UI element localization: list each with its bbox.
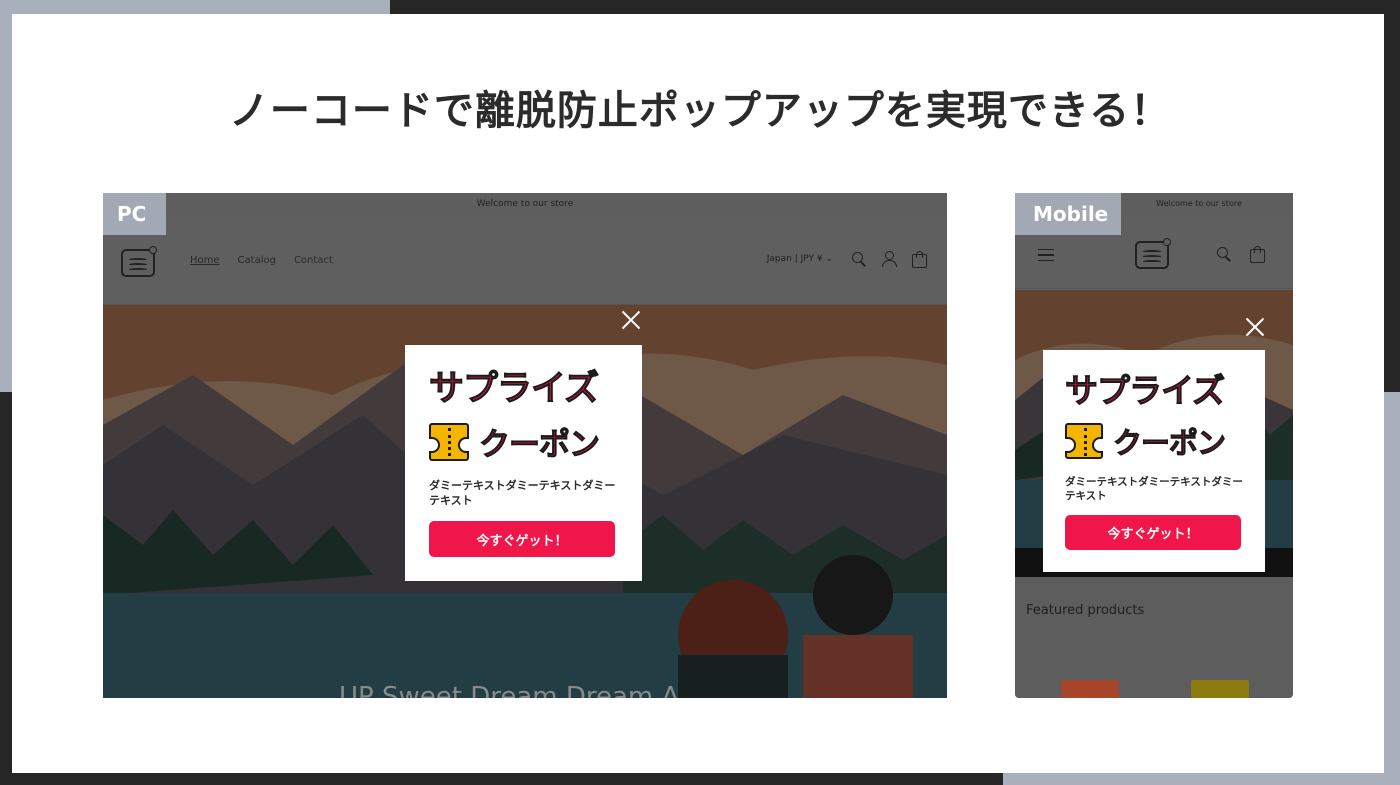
device-tag-pc: PC [103, 193, 166, 235]
coupon-ticket-icon [429, 422, 469, 461]
hamburger-menu-icon[interactable] [1038, 249, 1054, 261]
popup-title: サプライズ [1065, 371, 1226, 410]
coupon-ticket-icon [1065, 423, 1103, 459]
device-tag-mobile: Mobile [1015, 193, 1121, 235]
exit-intent-popup: サプライズ クーポン ダミーテキストダミーテキストダミーテキスト 今すぐゲット！ [405, 345, 642, 581]
search-icon[interactable] [851, 251, 867, 267]
featured-products-section: Featured products [1015, 577, 1293, 698]
get-coupon-button[interactable]: 今すぐゲット！ [1065, 515, 1241, 550]
locale-selector[interactable]: Japan | JPY ¥ ⌄ [767, 254, 833, 264]
popup-close-icon[interactable] [1245, 317, 1265, 337]
popup-subtitle-row: クーポン [429, 419, 618, 464]
popup-body-text: ダミーテキストダミーテキストダミーテキスト [1065, 476, 1243, 502]
nav-home[interactable]: Home [190, 255, 220, 266]
slide-title: ノーコードで離脱防止ポップアップを実現できる！ [228, 88, 1172, 134]
popup-title: サプライズ [429, 369, 600, 410]
popup-subtitle: クーポン [1112, 426, 1226, 461]
mobile-preview: Welcome to our store Mobile Featured pro… [1015, 193, 1293, 698]
header-actions: Japan | JPY ¥ ⌄ [767, 251, 927, 268]
product-thumbnail[interactable] [1191, 680, 1249, 698]
main-nav: Home Catalog Contact [190, 255, 333, 266]
store-logo-icon[interactable] [121, 246, 157, 277]
cart-icon[interactable] [1249, 246, 1265, 263]
cart-icon[interactable] [911, 251, 927, 268]
store-logo-icon[interactable] [1135, 238, 1171, 269]
hero-heading: UP Sweet Dream Dream A [339, 682, 680, 698]
search-icon[interactable] [1216, 246, 1232, 262]
nav-catalog[interactable]: Catalog [238, 255, 276, 266]
exit-intent-popup: サプライズ クーポン ダミーテキストダミーテキストダミーテキスト 今すぐゲット！ [1043, 350, 1265, 572]
pc-preview: PC Welcome to our store Home Catalog Con… [103, 193, 947, 698]
popup-subtitle-row: クーポン [1065, 420, 1243, 462]
account-icon[interactable] [881, 251, 897, 267]
popup-subtitle: クーポン [479, 427, 601, 464]
featured-products-title: Featured products [1026, 603, 1145, 618]
popup-close-icon[interactable] [621, 310, 641, 330]
popup-body-text: ダミーテキストダミーテキストダミーテキスト [429, 479, 616, 507]
announcement-bar: Welcome to our store [103, 193, 947, 215]
nav-contact[interactable]: Contact [294, 255, 333, 266]
get-coupon-button[interactable]: 今すぐゲット！ [429, 521, 615, 557]
product-thumbnail[interactable] [1061, 680, 1119, 698]
store-header: Home Catalog Contact Japan | JPY ¥ ⌄ [103, 215, 947, 305]
